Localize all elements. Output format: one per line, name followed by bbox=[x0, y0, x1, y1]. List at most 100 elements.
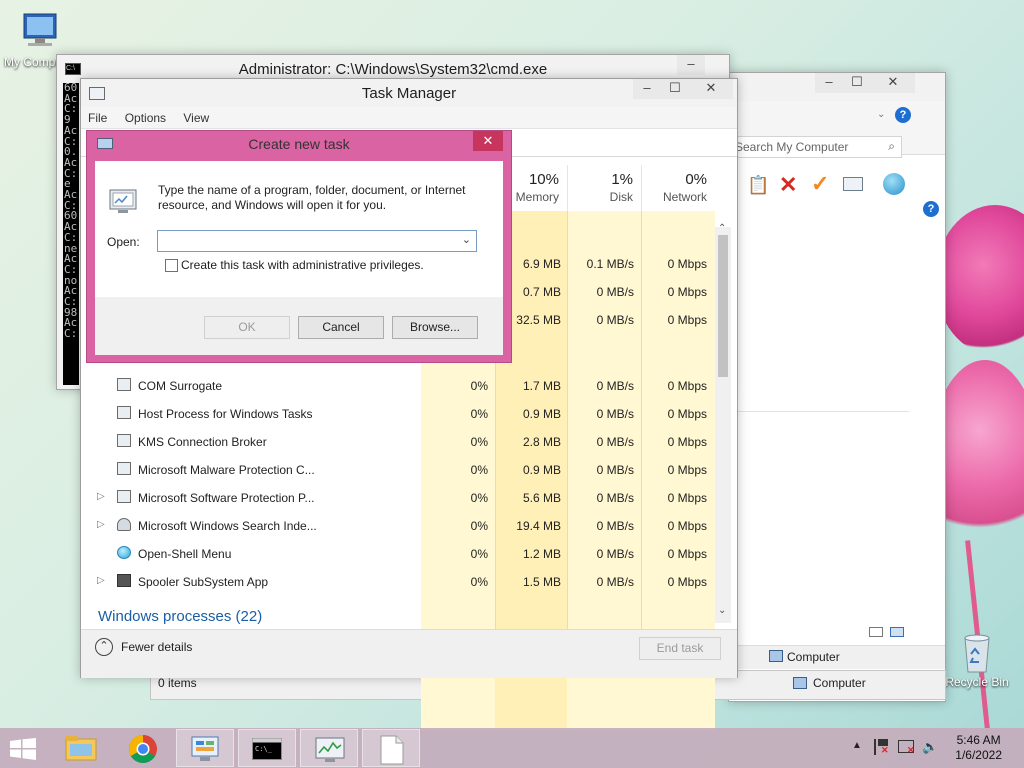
table-row[interactable]: ▷ Microsoft Windows Search Inde... 0% 19… bbox=[81, 512, 713, 540]
status-computer-label: Computer bbox=[813, 676, 866, 690]
folder-icon bbox=[65, 736, 97, 761]
admin-privileges-label[interactable]: Create this task with administrative pri… bbox=[181, 258, 424, 272]
close-button[interactable]: ✕ bbox=[871, 73, 915, 93]
network-cell: 0 Mbps bbox=[667, 463, 707, 477]
minimize-button[interactable]: – bbox=[677, 55, 705, 75]
table-row[interactable]: Host Process for Windows Tasks 0% 0.9 MB… bbox=[81, 400, 713, 428]
column-network[interactable]: 0% Network bbox=[641, 165, 715, 211]
explorer-titlebar[interactable]: – ☐ ✕ bbox=[729, 73, 945, 101]
disk-cell: 0 MB/s bbox=[596, 547, 634, 561]
start-button[interactable] bbox=[10, 738, 36, 763]
taskbar-notepad[interactable] bbox=[362, 729, 420, 767]
table-row[interactable]: Microsoft Malware Protection C... 0% 0.9… bbox=[81, 456, 713, 484]
windows-logo-icon bbox=[10, 738, 36, 760]
dialog-title: Create new task bbox=[248, 136, 350, 152]
explorer-window[interactable]: – ☐ ✕ ⌄ ? 📋 ✕ ✓ ? Computer bbox=[728, 72, 946, 702]
taskbar-file-explorer[interactable] bbox=[52, 729, 110, 767]
table-row[interactable]: ▷ Spooler SubSystem App 0% 1.5 MB 0 MB/s… bbox=[81, 568, 713, 596]
process-name: Microsoft Software Protection P... bbox=[138, 491, 315, 505]
admin-privileges-checkbox[interactable] bbox=[165, 259, 178, 272]
network-icon[interactable]: ✕ bbox=[898, 740, 915, 755]
expand-chevron-icon[interactable]: ▷ bbox=[97, 575, 105, 586]
table-row[interactable]: COM Surrogate 0% 1.7 MB 0 MB/s 0 Mbps bbox=[81, 372, 713, 400]
scrollbar[interactable]: ⌃ ⌄ bbox=[715, 223, 731, 623]
network-cell: 0 Mbps bbox=[667, 435, 707, 449]
minimize-button[interactable]: – bbox=[815, 73, 843, 93]
fewer-details-link[interactable]: Fewer details bbox=[121, 640, 192, 654]
menu-options[interactable]: Options bbox=[118, 107, 173, 125]
taskbar-task-manager[interactable] bbox=[300, 729, 358, 767]
taskbar-control-panel[interactable] bbox=[176, 729, 234, 767]
network-cell: 0 Mbps bbox=[667, 285, 707, 299]
browse-button[interactable]: Browse... bbox=[392, 316, 478, 339]
disk-cell: 0 MB/s bbox=[596, 519, 634, 533]
checkmark-icon[interactable]: ✓ bbox=[811, 171, 829, 197]
expand-chevron-icon[interactable]: ▷ bbox=[97, 519, 105, 530]
shell-globe-icon bbox=[117, 546, 131, 559]
table-row[interactable]: KMS Connection Broker 0% 2.8 MB 0 MB/s 0… bbox=[81, 428, 713, 456]
scroll-up-icon[interactable]: ⌃ bbox=[718, 223, 726, 234]
maximize-button[interactable]: ☐ bbox=[661, 79, 689, 99]
dialog-description: Type the name of a program, folder, docu… bbox=[158, 183, 466, 212]
end-task-button[interactable]: End task bbox=[639, 637, 721, 660]
show-hidden-icons-icon[interactable]: ▲ bbox=[852, 740, 862, 751]
cpu-cell: 0% bbox=[470, 463, 488, 477]
task-manager-icon bbox=[315, 737, 345, 762]
search-icon[interactable]: ⌕ bbox=[888, 139, 895, 154]
close-button[interactable]: ✕ bbox=[689, 79, 733, 99]
taskbar-chrome[interactable] bbox=[114, 729, 172, 767]
delete-icon[interactable]: ✕ bbox=[779, 172, 797, 198]
explorer-status-upper: Computer bbox=[729, 645, 945, 669]
taskbar-cmd[interactable]: C:\_ bbox=[238, 729, 296, 767]
clock-date: 1/6/2022 bbox=[955, 748, 1002, 762]
maximize-button[interactable]: ☐ bbox=[843, 73, 871, 93]
computer-icon bbox=[793, 677, 807, 689]
minimize-button[interactable]: – bbox=[633, 79, 661, 99]
memory-cell: 5.6 MB bbox=[522, 491, 561, 505]
create-task-dialog[interactable]: Create new task ✕ Type the name of a pro… bbox=[86, 130, 512, 363]
cancel-button[interactable]: Cancel bbox=[298, 316, 384, 339]
network-cell: 0 Mbps bbox=[667, 491, 707, 505]
clock[interactable]: 5:46 AM 1/6/2022 bbox=[955, 733, 1002, 763]
process-name: Spooler SubSystem App bbox=[138, 575, 269, 589]
chevron-down-icon[interactable]: ⌄ bbox=[462, 233, 471, 246]
menu-file[interactable]: File bbox=[81, 107, 114, 125]
recycle-bin-icon bbox=[964, 634, 990, 673]
disk-cell: 0 MB/s bbox=[596, 313, 634, 327]
scroll-thumb[interactable] bbox=[718, 235, 728, 377]
column-disk[interactable]: 1% Disk bbox=[567, 165, 641, 211]
volume-icon[interactable]: 🔈 bbox=[922, 739, 938, 755]
globe-icon[interactable] bbox=[883, 173, 905, 195]
tiles-view-icon[interactable] bbox=[890, 627, 905, 637]
help-icon[interactable]: ? bbox=[923, 201, 939, 217]
action-center-flag-icon[interactable]: ✕ bbox=[874, 739, 889, 755]
svg-text:C:\_: C:\_ bbox=[255, 745, 273, 753]
cpu-cell: 0% bbox=[470, 407, 488, 421]
collapse-icon[interactable]: ⌃ bbox=[95, 638, 113, 656]
table-row[interactable]: Open-Shell Menu 0% 1.2 MB 0 MB/s 0 Mbps bbox=[81, 540, 713, 568]
menu-view[interactable]: View bbox=[176, 107, 216, 125]
desktop-icon-recycle-bin[interactable]: Recycle Bin bbox=[944, 630, 1010, 689]
status-computer-label: Computer bbox=[787, 650, 840, 664]
task-manager-footer: ⌃ Fewer details End task bbox=[81, 629, 737, 678]
clipboard-icon[interactable]: 📋 bbox=[747, 175, 769, 196]
help-icon[interactable]: ? bbox=[895, 107, 911, 123]
details-view-icon[interactable] bbox=[869, 627, 883, 637]
process-name: Open-Shell Menu bbox=[138, 547, 232, 561]
properties-icon[interactable] bbox=[843, 177, 863, 191]
explorer-search-input[interactable]: Search My Computer ⌕ bbox=[732, 136, 902, 158]
network-cell: 0 Mbps bbox=[667, 257, 707, 271]
memory-cell: 0.9 MB bbox=[522, 463, 561, 477]
disk-cell: 0 MB/s bbox=[596, 285, 634, 299]
ok-button[interactable]: OK bbox=[204, 316, 290, 339]
chevron-down-icon[interactable]: ⌄ bbox=[877, 109, 885, 120]
network-cell: 0 Mbps bbox=[667, 547, 707, 561]
console-output[interactable]: 60 Ac C:.9 Ac C:0.Ac C:e Ac C:60 Ac C:ne… bbox=[63, 83, 79, 385]
close-button[interactable]: ✕ bbox=[473, 131, 503, 151]
scroll-down-icon[interactable]: ⌄ bbox=[718, 605, 726, 616]
process-name: Microsoft Malware Protection C... bbox=[138, 463, 315, 477]
table-row[interactable]: ▷ Microsoft Software Protection P... 0% … bbox=[81, 484, 713, 512]
expand-chevron-icon[interactable]: ▷ bbox=[97, 491, 105, 502]
open-input[interactable]: ⌄ bbox=[157, 230, 477, 252]
task-manager-titlebar[interactable]: Task Manager – ☐ ✕ bbox=[81, 79, 737, 107]
